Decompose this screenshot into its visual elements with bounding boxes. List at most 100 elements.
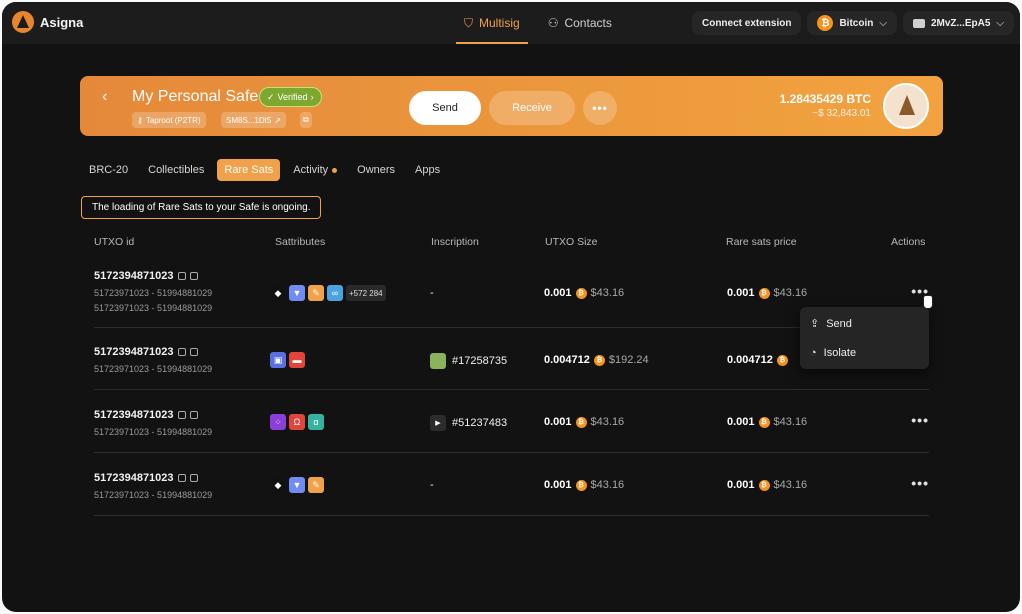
sat-range: 51723971023 - 51994881029 <box>94 364 213 374</box>
bitcoin-icon: ₿ <box>575 479 587 491</box>
utxo-size-usd: $43.16 <box>590 416 625 428</box>
block-sat-icon: ▣ <box>270 352 286 368</box>
chevron-down-icon: ⌵ <box>879 17 887 29</box>
price-btc: 0.001 <box>727 287 755 299</box>
more-sattributes-badge[interactable]: +572 284 <box>346 285 386 301</box>
activity-indicator <box>332 167 338 173</box>
inscription-cell: - <box>430 287 434 299</box>
back-arrow-icon[interactable]: ‹ <box>102 88 107 106</box>
safe-address-chip[interactable]: SM8S...1Dt5 ↗ <box>221 112 287 128</box>
price-usd: $43.16 <box>773 479 808 491</box>
utxo-id-text: 5172394871023 <box>94 472 174 484</box>
external-link-icon[interactable] <box>189 272 198 280</box>
copy-icon[interactable] <box>177 272 186 280</box>
pizza-sat-icon: ▼ <box>289 285 305 301</box>
tab-rare-sats[interactable]: Rare Sats <box>217 159 281 181</box>
col-utxo-id: UTXO id <box>94 236 135 248</box>
external-link-icon[interactable] <box>189 348 198 356</box>
verified-label: Verified <box>277 92 308 102</box>
key-icon: ⚷ <box>137 115 143 125</box>
sattributes-list: ▣ ▬ <box>270 352 305 368</box>
loading-notice: The loading of Rare Sats to your Safe is… <box>81 196 322 219</box>
send-button[interactable]: Send <box>409 91 481 125</box>
tab-activity[interactable]: Activity <box>286 159 344 181</box>
nav-multisig[interactable]: ⛉ Multisig <box>454 2 530 44</box>
bitcoin-icon: ₿ <box>758 416 770 428</box>
nav-contacts-label: Contacts <box>564 16 612 30</box>
sattributes-list: ◆ ▼ ✎ <box>270 477 324 493</box>
utxo-id: 5172394871023 <box>94 270 198 282</box>
verified-badge[interactable]: ✓ Verified › <box>259 87 322 107</box>
inscription-cell[interactable]: ▶ #51237483 <box>430 415 507 431</box>
copy-icon[interactable] <box>177 411 186 419</box>
tab-activity-label: Activity <box>293 164 329 176</box>
inscription-number: #51237483 <box>452 417 508 429</box>
bitcoin-icon: ₿ <box>817 15 834 31</box>
utxo-size: 0.001 ₿ $43.16 <box>544 479 624 491</box>
bitcoin-icon: ₿ <box>593 354 605 366</box>
price-btc: 0.004712 <box>727 354 773 366</box>
nav-contacts[interactable]: ⚇ Contacts <box>538 2 622 44</box>
logo[interactable]: Asigna <box>12 11 83 33</box>
utxo-size-btc: 0.001 <box>544 416 572 428</box>
shield-icon: ⛉ <box>464 15 474 30</box>
section-tabs: BRC-20 Collectibles Rare Sats Activity O… <box>82 159 447 181</box>
tab-brc20[interactable]: BRC-20 <box>82 159 135 181</box>
safe-header-card: ‹ My Personal Safe ✓ Verified › ⚷ Taproo… <box>80 76 943 136</box>
menu-send-label: Send <box>826 317 852 330</box>
inscription-cell[interactable]: #17258735 <box>430 353 507 369</box>
copy-icon[interactable] <box>177 348 186 356</box>
main-nav: ⛉ Multisig ⚇ Contacts <box>454 2 622 44</box>
row-actions-button[interactable]: ••• <box>911 412 929 428</box>
copy-icon[interactable] <box>177 474 186 482</box>
col-utxo-size: UTXO Size <box>545 236 598 248</box>
app-window: Asigna ⛉ Multisig ⚇ Contacts Connect ext… <box>2 2 1020 612</box>
menu-item-isolate[interactable]: ◔ Isolate <box>810 347 856 359</box>
table-row: 5172394871023 51723971023 - 51994881029 … <box>94 391 929 453</box>
vintage-sat-icon: ✎ <box>308 285 324 301</box>
dice-sat-icon: ⁘ <box>270 414 286 430</box>
external-link-icon[interactable] <box>189 411 198 419</box>
utxo-size-usd: $43.16 <box>590 479 625 491</box>
external-link-icon[interactable]: ↗ <box>274 116 281 125</box>
connect-extension-label: Connect extension <box>701 17 792 29</box>
utxo-id: 5172394871023 <box>94 409 198 421</box>
row-actions-menu: ⇪ Send ◔ Isolate <box>800 307 929 369</box>
rare-sats-price: 0.001 ₿ $43.16 <box>727 416 807 428</box>
sat-range: 51723971023 - 51994881029 <box>94 288 213 298</box>
safe-address-label: SM8S...1Dt5 <box>226 115 272 125</box>
receive-button[interactable]: Receive <box>489 91 575 125</box>
external-link-icon[interactable] <box>189 474 198 482</box>
utxo-size: 0.004712 ₿ $192.24 <box>544 354 649 366</box>
bitcoin-icon: ₿ <box>575 287 587 299</box>
inscription-number: #17258735 <box>452 355 508 367</box>
copy-address-button[interactable]: ⧉ <box>300 112 312 128</box>
top-right-controls: Connect extension ₿ Bitcoin ⌵ 2MvZ...EpA… <box>691 11 1014 35</box>
utxo-size-usd: $43.16 <box>590 287 625 299</box>
utxo-id-text: 5172394871023 <box>94 346 174 358</box>
utxo-size: 0.001 ₿ $43.16 <box>544 287 624 299</box>
connect-extension-button[interactable]: Connect extension <box>691 11 802 35</box>
tab-collectibles[interactable]: Collectibles <box>141 159 211 181</box>
balance-btc: 1.28435429 BTC <box>779 92 871 106</box>
chevron-right-icon: › <box>310 92 314 102</box>
tab-owners[interactable]: Owners <box>350 159 402 181</box>
utxo-id: 5172394871023 <box>94 346 198 358</box>
sattributes-list: ⁘ Ω α <box>270 414 324 430</box>
tab-apps[interactable]: Apps <box>408 159 447 181</box>
chevron-down-icon: ⌵ <box>996 17 1004 29</box>
hand-cursor-icon <box>923 295 933 309</box>
row-actions-button[interactable]: ••• <box>911 475 929 491</box>
wallet-select[interactable]: 2MvZ...EpA5 ⌵ <box>902 11 1014 35</box>
utxo-size-btc: 0.001 <box>544 287 572 299</box>
diamond-sat-icon: ◆ <box>270 477 286 493</box>
menu-item-send[interactable]: ⇪ Send <box>810 317 852 331</box>
bitcoin-icon: ₿ <box>758 479 770 491</box>
more-options-button[interactable]: ••• <box>583 91 617 125</box>
safe-name: My Personal Safe <box>132 88 259 105</box>
utxo-id-text: 5172394871023 <box>94 409 174 421</box>
network-select[interactable]: ₿ Bitcoin ⌵ <box>807 11 897 35</box>
safe-avatar[interactable] <box>883 83 929 129</box>
utxo-id-text: 5172394871023 <box>94 270 174 282</box>
inscription-thumbnail <box>430 353 446 369</box>
